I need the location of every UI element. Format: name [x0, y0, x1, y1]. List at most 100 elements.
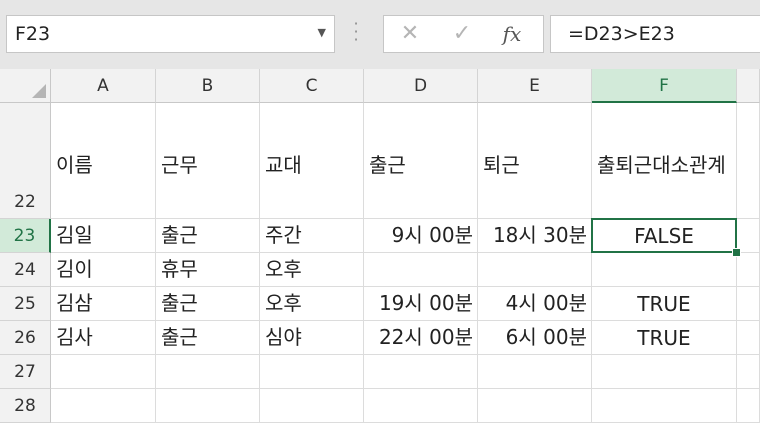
column-header-filler	[737, 69, 760, 103]
cell-f25[interactable]: TRUE	[592, 287, 737, 321]
column-header-b[interactable]: B	[156, 69, 260, 103]
cell-b26[interactable]: 출근	[156, 321, 260, 355]
cell-f28[interactable]	[592, 389, 737, 423]
cell-value: 교대	[265, 153, 302, 177]
cell-a24[interactable]: 김이	[51, 253, 156, 287]
cell-value: 휴무	[161, 257, 198, 281]
row-header-25[interactable]: 25	[0, 287, 51, 321]
cell-b23[interactable]: 출근	[156, 219, 260, 253]
row-header-23[interactable]: 23	[0, 219, 51, 253]
cell-value: 출근	[369, 153, 406, 177]
row-header-28[interactable]: 28	[0, 389, 51, 423]
cell-filler[interactable]	[737, 355, 760, 389]
cell-value: 주간	[265, 223, 302, 247]
cell-value: TRUE	[637, 292, 691, 316]
name-box[interactable]: F23 ▼	[6, 15, 335, 53]
drag-handle-icon[interactable]: · · ·	[351, 16, 361, 50]
cell-a23[interactable]: 김일	[51, 219, 156, 253]
enter-icon[interactable]: ✓	[442, 20, 482, 48]
cancel-icon[interactable]: ✕	[390, 20, 430, 48]
column-header-d[interactable]: D	[364, 69, 478, 103]
formula-bar: F23 ▼ · · · ✕ ✓ fx =D23>E23	[0, 0, 760, 69]
row-header-22[interactable]: 22	[0, 103, 51, 219]
cell-e23[interactable]: 18시 30분	[478, 219, 592, 253]
cell-b24[interactable]: 휴무	[156, 253, 260, 287]
cell-filler[interactable]	[737, 253, 760, 287]
cell-e26[interactable]: 6시 00분	[478, 321, 592, 355]
column-header-e[interactable]: E	[478, 69, 592, 103]
cell-value: 출근	[161, 223, 198, 247]
cell-e22[interactable]: 퇴근	[478, 103, 592, 219]
cell-d23[interactable]: 9시 00분	[364, 219, 478, 253]
column-header-c[interactable]: C	[260, 69, 364, 103]
fill-handle[interactable]	[732, 248, 741, 257]
cell-value: 퇴근	[483, 153, 520, 177]
cell-d22[interactable]: 출근	[364, 103, 478, 219]
cell-value: 김삼	[56, 291, 93, 315]
formula-input[interactable]: =D23>E23	[550, 15, 760, 53]
cell-e25[interactable]: 4시 00분	[478, 287, 592, 321]
cell-d25[interactable]: 19시 00분	[364, 287, 478, 321]
cell-value: FALSE	[634, 224, 694, 248]
cell-value: 6시 00분	[505, 325, 587, 349]
column-header-a[interactable]: A	[51, 69, 156, 103]
formula-text: =D23>E23	[568, 23, 675, 45]
cell-value: 출근	[161, 325, 198, 349]
cell-value: 오후	[265, 291, 302, 315]
cell-value: TRUE	[637, 326, 691, 350]
cell-d26[interactable]: 22시 00분	[364, 321, 478, 355]
insert-function-icon[interactable]: fx	[492, 20, 532, 48]
cell-c24[interactable]: 오후	[260, 253, 364, 287]
cell-a25[interactable]: 김삼	[51, 287, 156, 321]
cell-e24[interactable]	[478, 253, 592, 287]
cell-a26[interactable]: 김사	[51, 321, 156, 355]
cell-c23[interactable]: 주간	[260, 219, 364, 253]
row-header-24[interactable]: 24	[0, 253, 51, 287]
cell-f26[interactable]: TRUE	[592, 321, 737, 355]
cell-filler[interactable]	[737, 389, 760, 423]
cell-c28[interactable]	[260, 389, 364, 423]
cell-f23[interactable]: FALSE	[592, 219, 737, 253]
select-all-button[interactable]	[0, 69, 51, 103]
cell-filler[interactable]	[737, 103, 760, 219]
cell-d24[interactable]	[364, 253, 478, 287]
cell-e28[interactable]	[478, 389, 592, 423]
select-all-icon	[32, 84, 46, 98]
cell-b22[interactable]: 근무	[156, 103, 260, 219]
cell-value: 김사	[56, 325, 93, 349]
cell-value: 18시 30분	[492, 223, 587, 247]
cell-a28[interactable]	[51, 389, 156, 423]
cell-c25[interactable]: 오후	[260, 287, 364, 321]
row-header-27[interactable]: 27	[0, 355, 51, 389]
cell-a27[interactable]	[51, 355, 156, 389]
chevron-down-icon[interactable]: ▼	[318, 26, 326, 39]
cell-value: 김이	[56, 257, 93, 281]
cell-b25[interactable]: 출근	[156, 287, 260, 321]
cell-value: 이름	[56, 153, 93, 177]
cell-f27[interactable]	[592, 355, 737, 389]
cell-b27[interactable]	[156, 355, 260, 389]
formula-buttons: ✕ ✓ fx	[383, 15, 544, 53]
cell-value: 9시 00분	[391, 223, 473, 247]
cell-c22[interactable]: 교대	[260, 103, 364, 219]
cell-b28[interactable]	[156, 389, 260, 423]
cell-c27[interactable]	[260, 355, 364, 389]
cell-value: 오후	[265, 257, 302, 281]
cell-d27[interactable]	[364, 355, 478, 389]
cell-value: 19시 00분	[378, 291, 473, 315]
cell-filler[interactable]	[737, 321, 760, 355]
cell-f22[interactable]: 출퇴근대소관계	[592, 103, 737, 219]
cell-value: 출근	[161, 291, 198, 315]
cell-e27[interactable]	[478, 355, 592, 389]
cell-filler[interactable]	[737, 287, 760, 321]
column-header-f[interactable]: F	[592, 69, 737, 103]
cell-f24[interactable]	[592, 253, 737, 287]
cell-d28[interactable]	[364, 389, 478, 423]
cell-value: 22시 00분	[378, 325, 473, 349]
cell-value: 심야	[265, 325, 302, 349]
spreadsheet-grid: A B C D E F 22 이름 근무 교대 출근 퇴근 출퇴근대소관계 23 김일 출근 주간 9시 00분 1…	[0, 69, 760, 423]
cell-a22[interactable]: 이름	[51, 103, 156, 219]
cell-value: 4시 00분	[505, 291, 587, 315]
cell-c26[interactable]: 심야	[260, 321, 364, 355]
row-header-26[interactable]: 26	[0, 321, 51, 355]
